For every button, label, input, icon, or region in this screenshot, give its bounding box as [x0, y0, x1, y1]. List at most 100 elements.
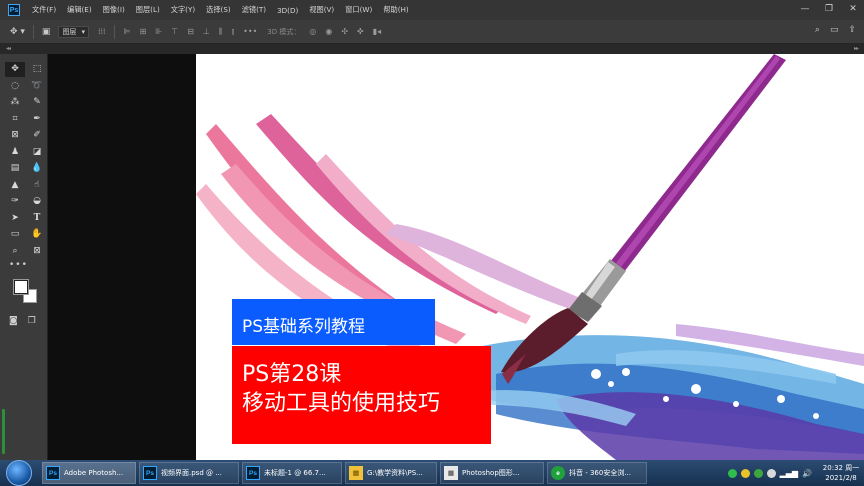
menu-select[interactable]: 选择(S) [206, 5, 231, 15]
taskbar-item[interactable]: Ps Adobe Photosh... [42, 462, 136, 484]
screen-mode-icon[interactable]: ❐ [28, 316, 36, 326]
volume-icon[interactable]: 🔊 [802, 469, 812, 478]
stamp-tool-icon[interactable]: ♟ [5, 145, 25, 160]
taskbar-item[interactable]: Ps 视频界面.psd @ ... [139, 462, 239, 484]
clock-time: 20:32 周一 [822, 464, 860, 472]
dodge-tool-icon[interactable]: ▲ [5, 178, 25, 193]
transform-controls-icon[interactable]: ⁞⁞⁞ [98, 27, 106, 36]
foreground-color-swatch[interactable] [13, 279, 29, 295]
taskbar-item[interactable]: ▦ Photoshop图形... [440, 462, 544, 484]
auto-select-target-dropdown[interactable]: 图层 ▾ [58, 25, 89, 38]
divider [32, 24, 34, 39]
lesson-number: PS第28课 [242, 362, 342, 387]
tray-app-icon[interactable] [740, 468, 750, 478]
taskbar-item-label: 抖音 - 360安全浏... [569, 469, 632, 477]
sponge-tool-icon[interactable]: ◒ [27, 194, 47, 209]
brush-tool-icon[interactable]: ✐ [27, 128, 47, 143]
close-button[interactable]: ✕ [848, 3, 858, 15]
menu-bar: Ps 文件(F) 编辑(E) 图像(I) 图层(L) 文字(Y) 选择(S) 滤… [0, 0, 864, 20]
wechat-icon[interactable] [727, 468, 737, 478]
artboard-tool-icon[interactable]: ⊠ [27, 244, 47, 259]
menu-3d[interactable]: 3D(D) [277, 6, 298, 15]
eraser-tool-icon[interactable]: ◪ [27, 145, 47, 160]
move-tool-icon[interactable]: ✥ [5, 62, 25, 77]
window-controls: — ❐ ✕ [800, 3, 858, 15]
crop-tool-icon[interactable]: ⌗ [5, 112, 25, 127]
hand-tool-icon[interactable]: ✋ [27, 227, 47, 242]
menu-edit[interactable]: 编辑(E) [67, 5, 92, 15]
more-options-icon[interactable]: ••• [243, 27, 257, 36]
menu-help[interactable]: 帮助(H) [383, 5, 408, 15]
blur-tool-icon[interactable]: 💧 [27, 161, 47, 176]
slide-3d-icon[interactable]: ✜ [357, 27, 364, 36]
collapse-left-icon[interactable]: ◂◂ [6, 45, 11, 52]
tools-grid: ✥ ⬚ ◌ ➰ ⁂ ✎ ⌗ ✒ ⊠ ✐ ♟ ◪ ▤ 💧 ▲ ☝ ✑ ◒ ➤ T … [5, 62, 47, 258]
path-select-icon[interactable]: ➤ [5, 211, 25, 226]
elliptical-marquee-icon[interactable]: ◌ [5, 79, 25, 94]
workspace-icon[interactable]: ▭ [830, 25, 839, 35]
ps-logo-icon: Ps [8, 4, 20, 16]
zoom-tool-icon[interactable]: ⌕ [5, 244, 25, 259]
taskbar-item[interactable]: e 抖音 - 360安全浏... [547, 462, 647, 484]
network-icon[interactable]: ▂▄▆ [780, 469, 798, 478]
distribute-spacing-icon[interactable]: ⫾ [232, 27, 235, 37]
color-swatches[interactable] [12, 278, 42, 308]
tools-panel: ✥ ⬚ ◌ ➰ ⁂ ✎ ⌗ ✒ ⊠ ✐ ♟ ◪ ▤ 💧 ▲ ☝ ✑ ◒ ➤ T … [0, 54, 48, 460]
eyedropper-icon[interactable]: ✒ [27, 112, 47, 127]
marquee-tool-icon[interactable]: ⬚ [27, 62, 47, 77]
restore-button[interactable]: ❐ [824, 3, 834, 15]
align-center-icon[interactable]: ⊞ [140, 27, 147, 36]
start-button[interactable] [6, 460, 32, 486]
taskbar-item[interactable]: ▤ G:\教学资料\PS... [345, 462, 437, 484]
tray-app-icon[interactable] [766, 468, 776, 478]
menu-view[interactable]: 视图(V) [309, 5, 334, 15]
align-left-icon[interactable]: ⊫ [124, 27, 131, 36]
taskbar-item-label: 未标题-1 @ 66.7... [264, 469, 326, 477]
photoshop-icon: Ps [46, 466, 60, 480]
gradient-tool-icon[interactable]: ▤ [5, 161, 25, 176]
menu-filter[interactable]: 滤镜(T) [242, 5, 266, 15]
drag-3d-icon[interactable]: ✣ [341, 27, 348, 36]
more-tools-icon[interactable]: ••• [9, 260, 28, 270]
menu-window[interactable]: 窗口(W) [345, 5, 372, 15]
magic-wand-icon[interactable]: ⁂ [5, 95, 25, 110]
folder-icon: ▤ [349, 466, 363, 480]
taskbar-item-label: Photoshop图形... [462, 469, 520, 477]
photoshop-icon: Ps [143, 466, 157, 480]
camera-3d-icon[interactable]: ▮◂ [373, 27, 381, 36]
panel-tab-strip: ◂◂ ▸▸ [0, 44, 864, 54]
type-tool-icon[interactable]: T [27, 211, 47, 226]
security-icon[interactable] [753, 468, 763, 478]
menu-image[interactable]: 图像(I) [103, 5, 125, 15]
move-tool-preset-icon[interactable]: ✥ ▾ [10, 27, 25, 37]
quick-mask-icon[interactable]: ◙ [9, 316, 18, 326]
document-canvas[interactable]: PS基础系列教程 PS第28课 移动工具的使用技巧 [196, 54, 864, 460]
smudge-tool-icon[interactable]: ☝ [27, 178, 47, 193]
rectangle-tool-icon[interactable]: ▭ [5, 227, 25, 242]
menu-type[interactable]: 文字(Y) [171, 5, 195, 15]
align-right-icon[interactable]: ⊪ [155, 27, 162, 36]
divider [113, 24, 115, 39]
menu-file[interactable]: 文件(F) [32, 5, 56, 15]
roll-3d-icon[interactable]: ◉ [325, 27, 332, 36]
orbit-3d-icon[interactable]: ◎ [309, 27, 316, 36]
align-top-icon[interactable]: ⊤ [171, 27, 178, 36]
collapse-right-icon[interactable]: ▸▸ [854, 45, 859, 52]
menu-layer[interactable]: 图层(L) [136, 5, 160, 15]
auto-select-checkbox-icon[interactable]: ▣ [42, 27, 51, 37]
image-viewer-icon: ▦ [444, 466, 458, 480]
frame-tool-icon[interactable]: ⊠ [5, 128, 25, 143]
taskbar-item[interactable]: Ps 未标题-1 @ 66.7... [242, 462, 342, 484]
mode-buttons: ◙ ❐ [9, 316, 36, 326]
lesson-series-title: PS基础系列教程 [232, 299, 435, 345]
align-bottom-icon[interactable]: ⊥ [203, 27, 210, 36]
system-clock[interactable]: 20:32 周一 2021/2/8 [822, 463, 860, 483]
distribute-icon[interactable]: ⫼ [219, 27, 223, 37]
align-middle-icon[interactable]: ⊟ [187, 27, 194, 36]
lasso-tool-icon[interactable]: ➰ [27, 79, 47, 94]
pen-tool-icon[interactable]: ✑ [5, 194, 25, 209]
share-icon[interactable]: ⇪ [848, 25, 856, 35]
search-icon[interactable]: ⌕ [815, 25, 820, 35]
minimize-button[interactable]: — [800, 3, 810, 15]
quick-selection-icon[interactable]: ✎ [27, 95, 47, 110]
